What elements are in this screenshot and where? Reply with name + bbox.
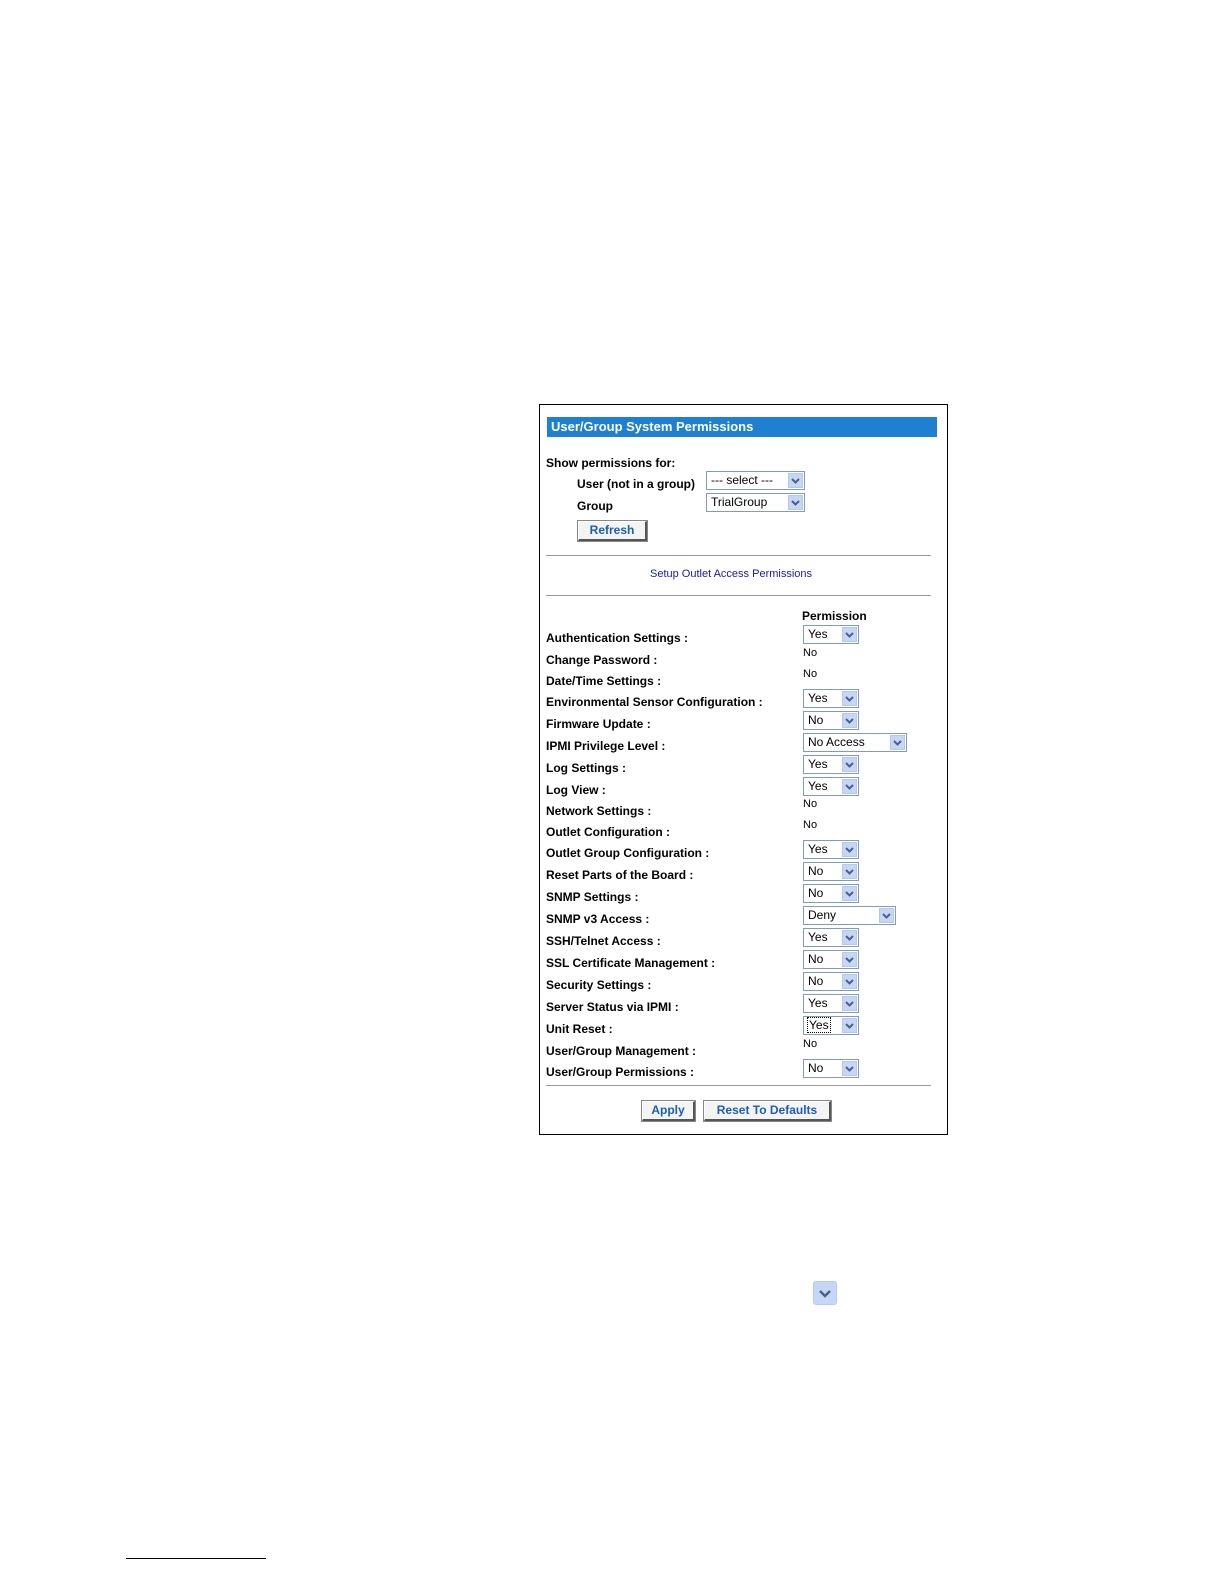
permission-select-value: Yes bbox=[808, 627, 828, 641]
panel-title: User/Group System Permissions bbox=[547, 417, 937, 437]
group-label: Group bbox=[577, 499, 613, 513]
permission-label: Authentication Settings : bbox=[546, 631, 688, 645]
chevron-down-icon bbox=[788, 473, 803, 488]
footnote-rule bbox=[126, 1558, 266, 1559]
chevron-down-icon bbox=[842, 1018, 857, 1033]
permission-select[interactable]: No bbox=[803, 711, 859, 730]
chevron-down-icon bbox=[842, 757, 857, 772]
user-label: User (not in a group) bbox=[577, 477, 695, 491]
permission-value: No bbox=[803, 798, 818, 810]
chevron-down-icon bbox=[788, 495, 803, 510]
chevron-down-icon bbox=[842, 842, 857, 857]
permission-select[interactable]: Yes bbox=[803, 755, 859, 774]
chevron-down-icon bbox=[842, 779, 857, 794]
chevron-down-icon bbox=[842, 952, 857, 967]
reset-to-defaults-button[interactable]: Reset To Defaults bbox=[704, 1101, 831, 1121]
chevron-down-icon bbox=[842, 930, 857, 945]
permission-label: Environmental Sensor Configuration : bbox=[546, 695, 763, 709]
permission-label: SSH/Telnet Access : bbox=[546, 934, 661, 948]
permission-label: User/Group Management : bbox=[546, 1044, 697, 1058]
permission-select-value: Yes bbox=[808, 930, 828, 944]
chevron-down-icon bbox=[842, 864, 857, 879]
permission-select[interactable]: Deny bbox=[803, 906, 896, 925]
chevron-down-icon bbox=[890, 735, 905, 750]
permission-label: Log View : bbox=[546, 783, 606, 797]
permission-label: Outlet Group Configuration : bbox=[546, 846, 710, 860]
permission-label: SSL Certificate Management : bbox=[546, 956, 716, 970]
group-select[interactable]: TrialGroup bbox=[706, 493, 805, 512]
permission-select[interactable]: No bbox=[803, 972, 859, 991]
user-select-value: --- select --- bbox=[711, 473, 773, 487]
permission-select-value: Yes bbox=[808, 996, 828, 1010]
chevron-down-icon bbox=[842, 974, 857, 989]
permission-label: Firmware Update : bbox=[546, 717, 651, 731]
chevron-down-icon bbox=[879, 908, 894, 923]
chevron-down-icon bbox=[842, 713, 857, 728]
chevron-down-icon bbox=[813, 1281, 837, 1305]
chevron-down-icon bbox=[842, 886, 857, 901]
permission-select-value: No bbox=[808, 864, 824, 878]
permission-select-value: Yes bbox=[808, 757, 828, 771]
permission-select-value: Yes bbox=[808, 779, 828, 793]
permission-label: Unit Reset : bbox=[546, 1022, 613, 1036]
permission-select-value: Yes bbox=[808, 691, 828, 705]
permission-value: No bbox=[803, 1038, 818, 1050]
permission-value: No bbox=[803, 668, 818, 680]
permission-label: IPMI Privilege Level : bbox=[546, 739, 666, 753]
chevron-down-icon bbox=[842, 691, 857, 706]
divider bbox=[546, 1085, 931, 1086]
permission-select-value: Deny bbox=[808, 908, 837, 922]
permission-select[interactable]: Yes bbox=[803, 625, 859, 644]
permission-label: Change Password : bbox=[546, 653, 658, 667]
permission-label: SNMP Settings : bbox=[546, 890, 639, 904]
permission-select-value: No Access bbox=[808, 735, 865, 749]
permission-select[interactable]: Yes bbox=[803, 689, 859, 708]
permission-select[interactable]: No bbox=[803, 884, 859, 903]
permission-select[interactable]: Yes bbox=[803, 777, 859, 796]
apply-button[interactable]: Apply bbox=[642, 1101, 695, 1121]
chevron-down-icon bbox=[842, 1061, 857, 1076]
permission-value: No bbox=[803, 819, 818, 831]
permission-select-value: Yes bbox=[807, 1017, 831, 1033]
permission-select[interactable]: Yes bbox=[803, 1016, 859, 1035]
permission-label: Network Settings : bbox=[546, 804, 652, 818]
permission-label: Outlet Configuration : bbox=[546, 825, 670, 839]
permission-select[interactable]: Yes bbox=[803, 928, 859, 947]
permission-select[interactable]: No bbox=[803, 1059, 859, 1078]
show-permissions-label: Show permissions for: bbox=[546, 456, 676, 470]
permission-select-value: No bbox=[808, 1061, 824, 1075]
permission-select-value: No bbox=[808, 974, 824, 988]
permission-select-value: No bbox=[808, 952, 824, 966]
chevron-down-icon bbox=[842, 996, 857, 1011]
permission-label: Log Settings : bbox=[546, 761, 626, 775]
permission-label: Date/Time Settings : bbox=[546, 674, 662, 688]
group-select-value: TrialGroup bbox=[711, 495, 768, 509]
permission-select-value: No bbox=[808, 886, 824, 900]
permission-select[interactable]: No bbox=[803, 950, 859, 969]
divider bbox=[546, 595, 931, 596]
refresh-button[interactable]: Refresh bbox=[578, 521, 647, 541]
permission-label: Server Status via IPMI : bbox=[546, 1000, 679, 1014]
permission-label: Security Settings : bbox=[546, 978, 652, 992]
permission-select[interactable]: Yes bbox=[803, 994, 859, 1013]
permission-select-value: Yes bbox=[808, 842, 828, 856]
permission-select[interactable]: No bbox=[803, 862, 859, 881]
divider bbox=[546, 555, 931, 556]
permission-select[interactable]: Yes bbox=[803, 840, 859, 859]
permission-label: User/Group Permissions : bbox=[546, 1065, 695, 1079]
permission-column-header: Permission bbox=[802, 609, 867, 623]
chevron-down-icon bbox=[842, 627, 857, 642]
permissions-panel: User/Group System Permissions Show permi… bbox=[539, 404, 948, 1135]
setup-outlet-access-link[interactable]: Setup Outlet Access Permissions bbox=[650, 568, 812, 580]
user-select[interactable]: --- select --- bbox=[706, 471, 805, 490]
permission-value: No bbox=[803, 647, 818, 659]
permission-select-value: No bbox=[808, 713, 824, 727]
permission-select[interactable]: No Access bbox=[803, 733, 907, 752]
permission-label: Reset Parts of the Board : bbox=[546, 868, 694, 882]
permission-label: SNMP v3 Access : bbox=[546, 912, 650, 926]
